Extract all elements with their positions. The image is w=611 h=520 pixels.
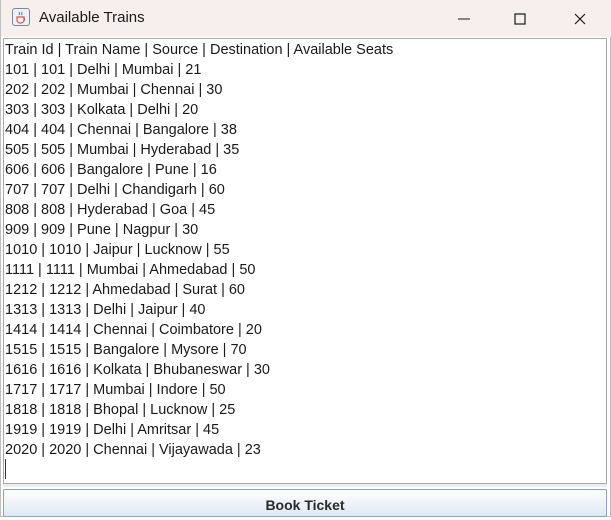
train-row: 303 | 303 | Kolkata | Delhi | 20 — [5, 102, 199, 118]
separator — [3, 484, 607, 487]
train-row: 1818 | 1818 | Bhopal | Lucknow | 25 — [5, 402, 236, 418]
train-row: 1212 | 1212 | Ahmedabad | Surat | 60 — [5, 282, 245, 298]
book-ticket-button[interactable]: Book Ticket — [3, 489, 607, 517]
train-row: 909 | 909 | Pune | Nagpur | 30 — [5, 222, 199, 238]
trains-list: Train Id | Train Name | Source | Destina… — [5, 40, 393, 460]
train-row: 404 | 404 | Chennai | Bangalore | 38 — [5, 122, 237, 138]
train-row: 1414 | 1414 | Chennai | Coimbatore | 20 — [5, 322, 262, 338]
train-row: 707 | 707 | Delhi | Chandigarh | 60 — [5, 182, 225, 198]
train-row: 1111 | 1111 | Mumbai | Ahmedabad | 50 — [5, 262, 256, 278]
minimize-button[interactable] — [441, 0, 487, 37]
train-row: 1717 | 1717 | Mumbai | Indore | 50 — [5, 382, 226, 398]
maximize-icon — [514, 13, 526, 25]
train-row: 1010 | 1010 | Jaipur | Lucknow | 55 — [5, 242, 230, 258]
text-caret — [5, 459, 6, 479]
train-row: 1919 | 1919 | Delhi | Amritsar | 45 — [5, 422, 220, 438]
app-window: Available Trains Train Id | Train Name |… — [0, 0, 611, 517]
table-header-line: Train Id | Train Name | Source | Destina… — [5, 42, 394, 58]
window-title: Available Trains — [39, 9, 145, 26]
train-row: 1313 | 1313 | Delhi | Jaipur | 40 — [5, 302, 206, 318]
train-row: 1616 | 1616 | Kolkata | Bhubaneswar | 30 — [5, 362, 270, 378]
close-icon — [574, 13, 586, 25]
train-row: 2020 | 2020 | Chennai | Vijayawada | 23 — [5, 442, 261, 458]
train-row: 101 | 101 | Delhi | Mumbai | 21 — [5, 62, 202, 78]
close-button[interactable] — [557, 0, 603, 37]
train-row: 505 | 505 | Mumbai | Hyderabad | 35 — [5, 142, 240, 158]
minimize-icon — [458, 18, 470, 20]
trains-text-area[interactable]: Train Id | Train Name | Source | Destina… — [3, 38, 607, 484]
title-bar[interactable]: Available Trains — [1, 0, 611, 37]
maximize-button[interactable] — [497, 0, 543, 37]
train-row: 606 | 606 | Bangalore | Pune | 16 — [5, 162, 217, 178]
train-row: 1515 | 1515 | Bangalore | Mysore | 70 — [5, 342, 247, 358]
java-cup-icon — [12, 8, 30, 26]
train-row: 808 | 808 | Hyderabad | Goa | 45 — [5, 202, 216, 218]
train-row: 202 | 202 | Mumbai | Chennai | 30 — [5, 82, 223, 98]
